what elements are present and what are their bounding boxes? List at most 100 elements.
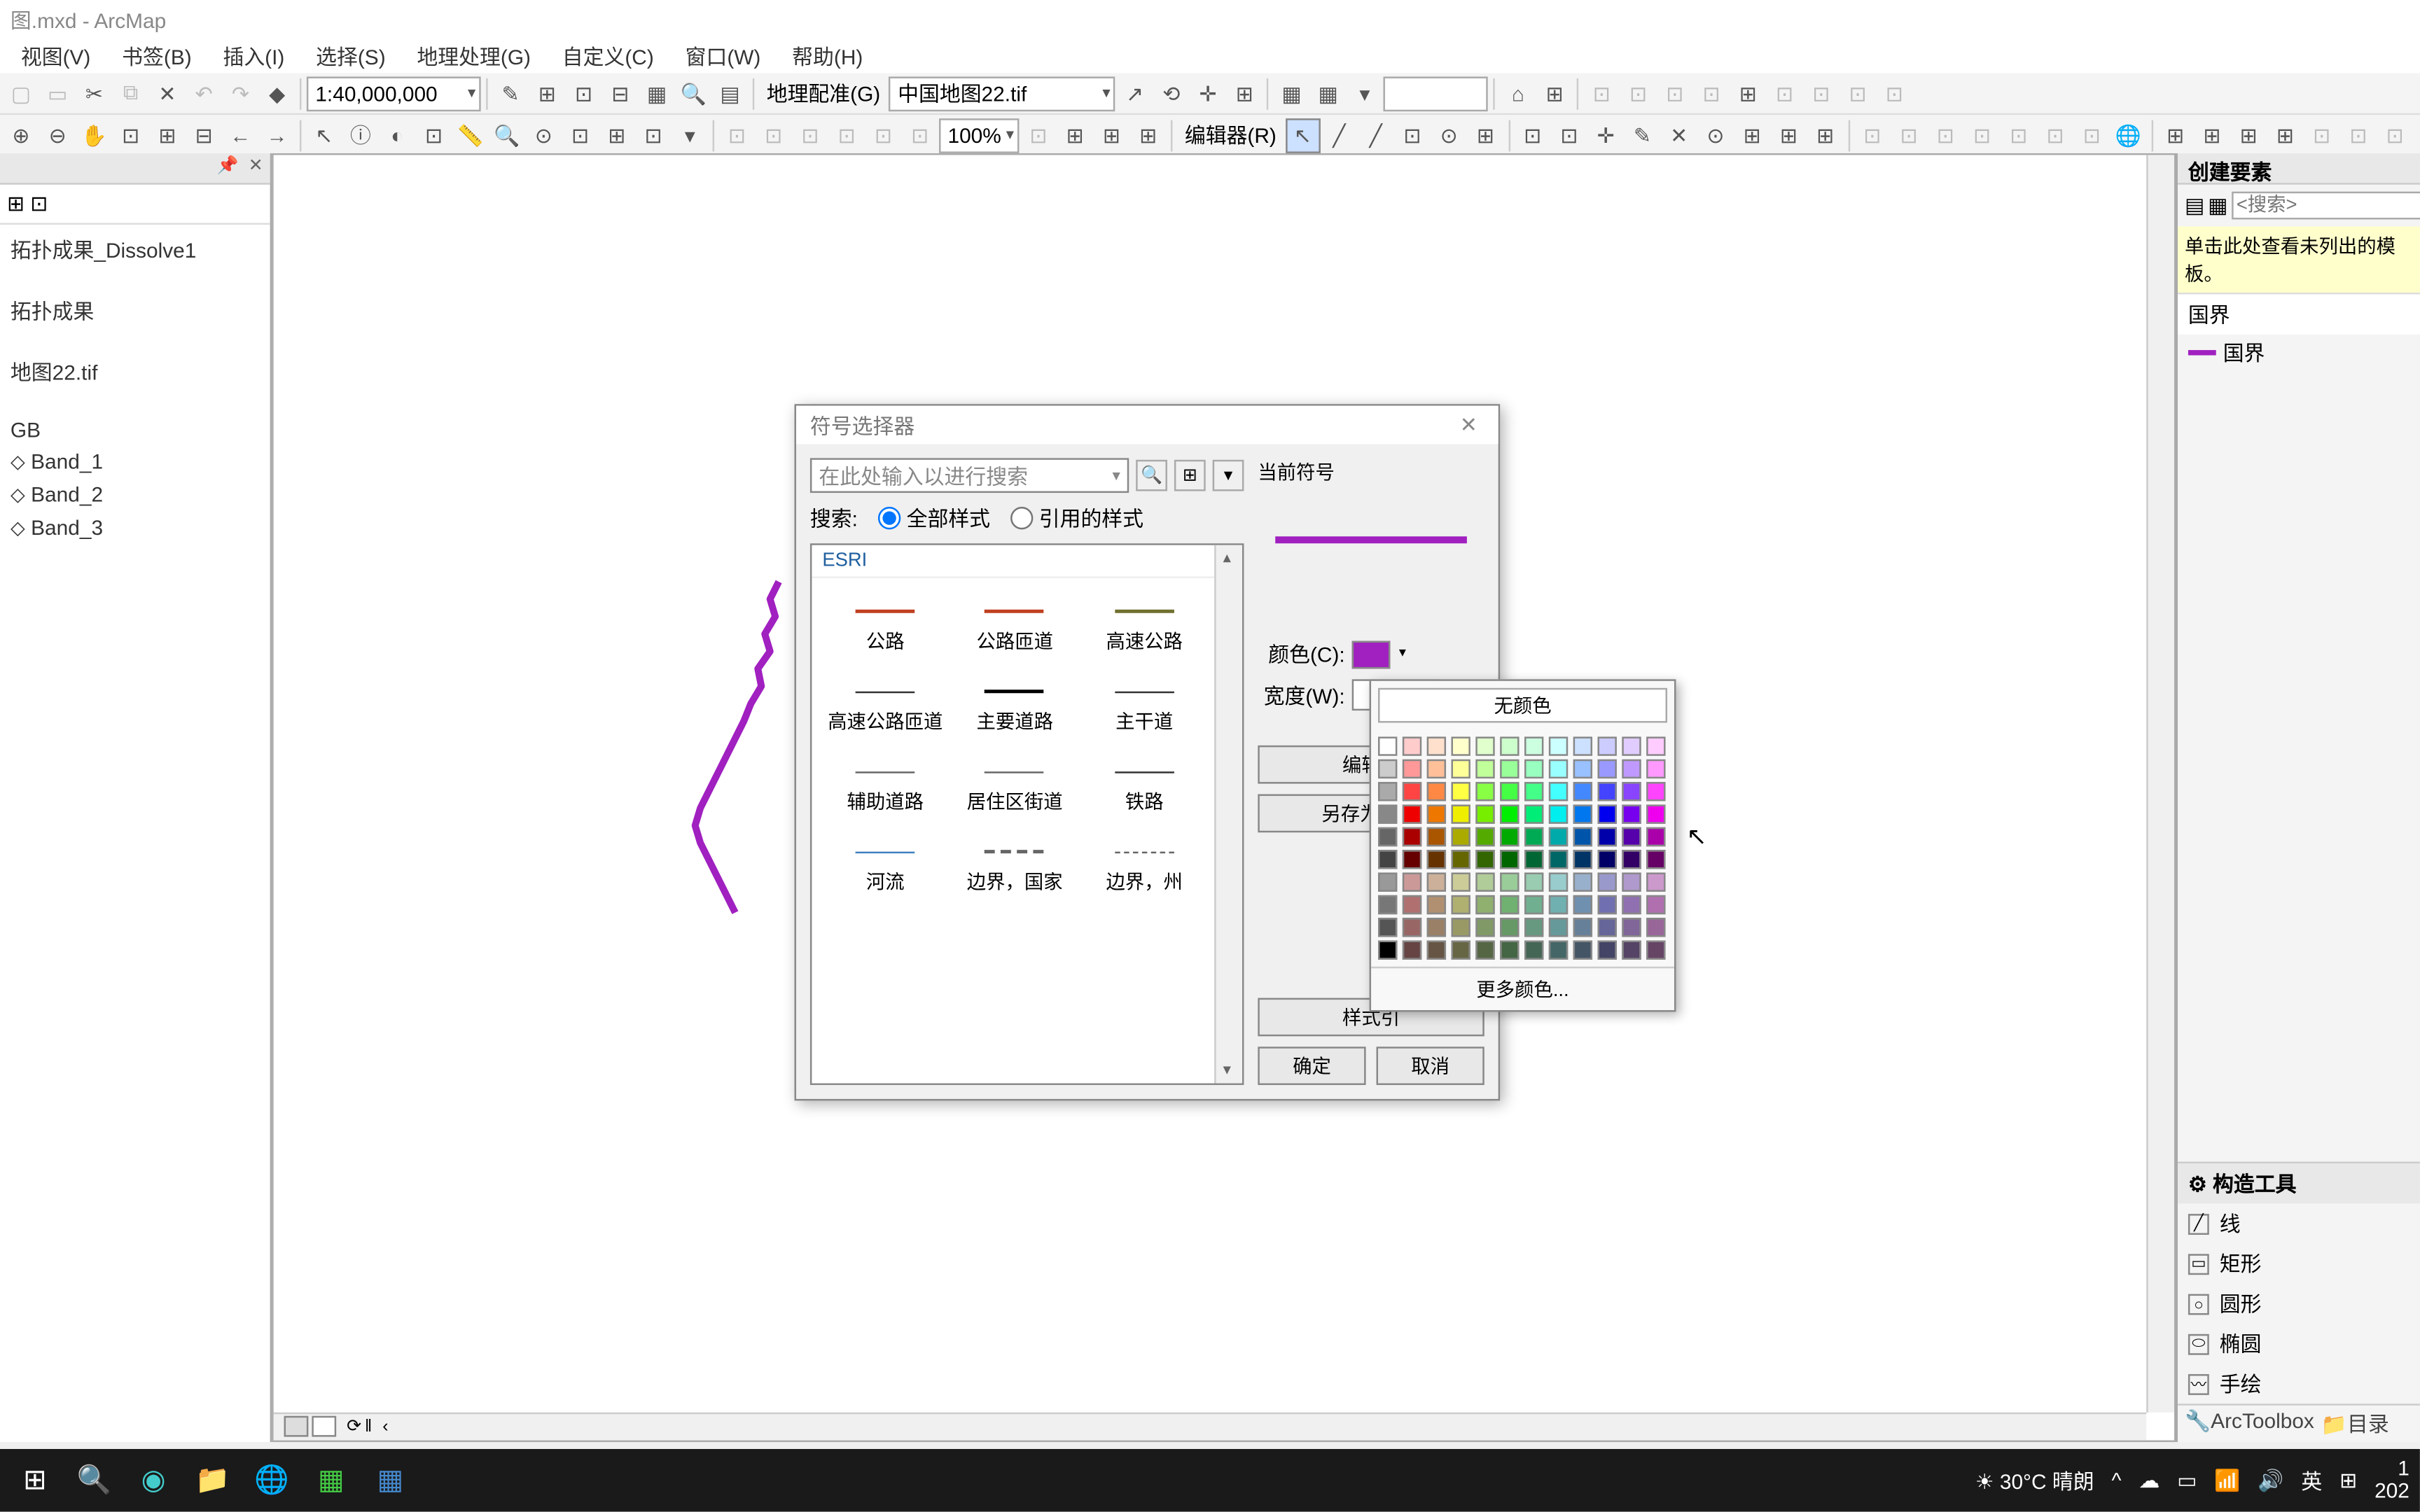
color-swatch[interactable] [1378, 782, 1397, 801]
back-icon[interactable]: ← [223, 118, 258, 153]
ok-button[interactable]: 确定 [1258, 1046, 1365, 1085]
color-swatch[interactable] [1500, 895, 1519, 914]
toc-view-icons[interactable]: ⊞ ⊡ [0, 185, 270, 225]
construction-tool-item[interactable]: 〰手绘 [2178, 1364, 2420, 1404]
ref-styles-radio[interactable]: 引用的样式 [1011, 503, 1143, 533]
color-swatch[interactable] [1475, 941, 1494, 960]
color-swatch[interactable] [1403, 941, 1421, 960]
fixed-zoom-out-icon[interactable]: ⊟ [186, 118, 221, 153]
color-swatch[interactable] [1403, 827, 1421, 846]
symbol-item[interactable]: 铁路 [1081, 749, 1207, 822]
tool-icon[interactable]: ◐ [380, 118, 415, 153]
app-icon[interactable]: ▦ [366, 1456, 415, 1505]
undo-icon[interactable]: ↶ [186, 76, 221, 111]
georef-tool-icon[interactable]: ⟲ [1154, 76, 1189, 111]
filter-icon[interactable]: ▦ [2208, 193, 2227, 218]
color-swatch[interactable] [1452, 804, 1470, 823]
color-swatch[interactable] [1524, 827, 1543, 846]
color-swatch[interactable] [1378, 804, 1397, 823]
tool-icon[interactable]: ⊡ [1877, 76, 1912, 111]
new-icon[interactable]: ▢ [4, 76, 39, 111]
color-swatch[interactable] [1646, 941, 1665, 960]
color-swatch[interactable] [1500, 760, 1519, 778]
color-swatch[interactable] [1500, 827, 1519, 846]
tool-icon[interactable]: ⊡ [1891, 118, 1926, 153]
color-swatch[interactable] [1524, 736, 1543, 755]
edit-tool-icon[interactable]: ✕ [1662, 118, 1697, 153]
color-swatch[interactable] [1500, 941, 1519, 960]
menu-item[interactable]: 自定义(C) [548, 37, 668, 74]
forward-icon[interactable]: → [260, 118, 295, 153]
scrollbar-vertical[interactable] [1214, 545, 1242, 1084]
construction-tool-item[interactable]: ▭矩形 [2178, 1243, 2420, 1283]
edit-tool-icon[interactable]: ⊞ [1808, 118, 1843, 153]
edit-tool-icon[interactable]: ⊙ [1698, 118, 1733, 153]
tool-icon[interactable]: ⊞ [1094, 118, 1129, 153]
tool-icon[interactable]: ⌂ [1501, 76, 1536, 111]
tool-icon[interactable]: ⊞ [2158, 118, 2193, 153]
catalog-tab[interactable]: 📁目录 [2321, 1409, 2389, 1438]
tool-icon[interactable]: ⊡ [1021, 118, 1056, 153]
color-swatch[interactable] [1452, 760, 1470, 778]
arcmap-icon[interactable]: 🌐 [247, 1456, 296, 1505]
close-icon[interactable]: ✕ [1453, 413, 1484, 438]
menu-item[interactable]: 选择(S) [302, 37, 399, 74]
color-swatch[interactable] [1403, 804, 1421, 823]
excel-icon[interactable]: ▦ [307, 1456, 356, 1505]
tool-icon[interactable]: ⊞ [2195, 118, 2230, 153]
color-swatch[interactable] [1573, 760, 1592, 778]
color-swatch[interactable] [1403, 782, 1421, 801]
color-swatch[interactable] [1622, 782, 1641, 801]
tool-icon[interactable]: ⊡ [1767, 76, 1802, 111]
tool-icon[interactable]: ⊡ [636, 118, 671, 153]
view-icon[interactable]: ▾ [1213, 460, 1244, 491]
symbol-item[interactable]: 公路匝道 [952, 589, 1078, 662]
text-input[interactable] [1384, 76, 1488, 111]
edit-tool-icon[interactable]: ↖ [1285, 118, 1320, 153]
measure-icon[interactable]: 📏 [453, 118, 488, 153]
onedrive-icon[interactable]: ☁ [2139, 1468, 2160, 1492]
color-swatch[interactable] [1427, 918, 1446, 937]
redo-icon[interactable]: ↷ [223, 76, 258, 111]
wifi-icon[interactable]: 📶 [2214, 1468, 2240, 1492]
color-swatch[interactable] [1427, 827, 1446, 846]
edit-tool-icon[interactable]: ⊡ [1515, 118, 1550, 153]
color-swatch[interactable] [1573, 850, 1592, 869]
color-swatch[interactable] [1378, 760, 1397, 778]
editor-toolbar-icon[interactable]: ✎ [493, 76, 528, 111]
color-swatch[interactable] [1549, 895, 1568, 914]
color-swatch[interactable] [1500, 736, 1519, 755]
tray-icon[interactable]: ⊞ [2339, 1468, 2357, 1492]
color-swatch[interactable] [1475, 782, 1494, 801]
tool-icon[interactable]: ⊡ [2341, 118, 2376, 153]
menu-item[interactable]: 帮助(H) [778, 37, 877, 74]
color-swatch[interactable] [1403, 760, 1421, 778]
ime-indicator[interactable]: 英 [2301, 1466, 2322, 1495]
color-swatch[interactable] [1646, 827, 1665, 846]
dialog-titlebar[interactable]: 符号选择器 ✕ [796, 406, 1498, 444]
zoom-in-icon[interactable]: ⊕ [4, 118, 39, 153]
data-view-tab[interactable] [284, 1416, 309, 1437]
toc-item[interactable]: 拓扑成果_Dissolve1 [4, 232, 267, 268]
tool-icon[interactable]: ⊡ [1621, 76, 1656, 111]
full-extent-icon[interactable]: ⊡ [113, 118, 148, 153]
color-swatch[interactable] [1378, 736, 1397, 755]
color-swatch[interactable] [1475, 872, 1494, 891]
color-swatch[interactable] [1597, 941, 1616, 960]
tool-icon[interactable]: ⊡ [866, 118, 901, 153]
tool-icon[interactable]: ⊞ [2268, 118, 2303, 153]
color-swatch[interactable] [1549, 760, 1568, 778]
color-swatch[interactable] [1403, 850, 1421, 869]
tool-icon[interactable]: ⊞ [1131, 118, 1166, 153]
search-icon[interactable]: 🔍 [676, 76, 711, 111]
color-swatch[interactable] [1573, 804, 1592, 823]
tool-icon[interactable]: ⊟ [603, 76, 638, 111]
symbol-item[interactable]: 边界，州 [1081, 829, 1207, 902]
tool-icon[interactable]: ▾ [1347, 76, 1382, 111]
search-icon[interactable]: 🔍 [70, 1456, 119, 1505]
cancel-button[interactable]: 取消 [1377, 1046, 1484, 1085]
color-swatch[interactable] [1549, 872, 1568, 891]
color-swatch-button[interactable] [1352, 640, 1391, 668]
color-swatch[interactable] [1597, 782, 1616, 801]
color-swatch[interactable] [1524, 760, 1543, 778]
